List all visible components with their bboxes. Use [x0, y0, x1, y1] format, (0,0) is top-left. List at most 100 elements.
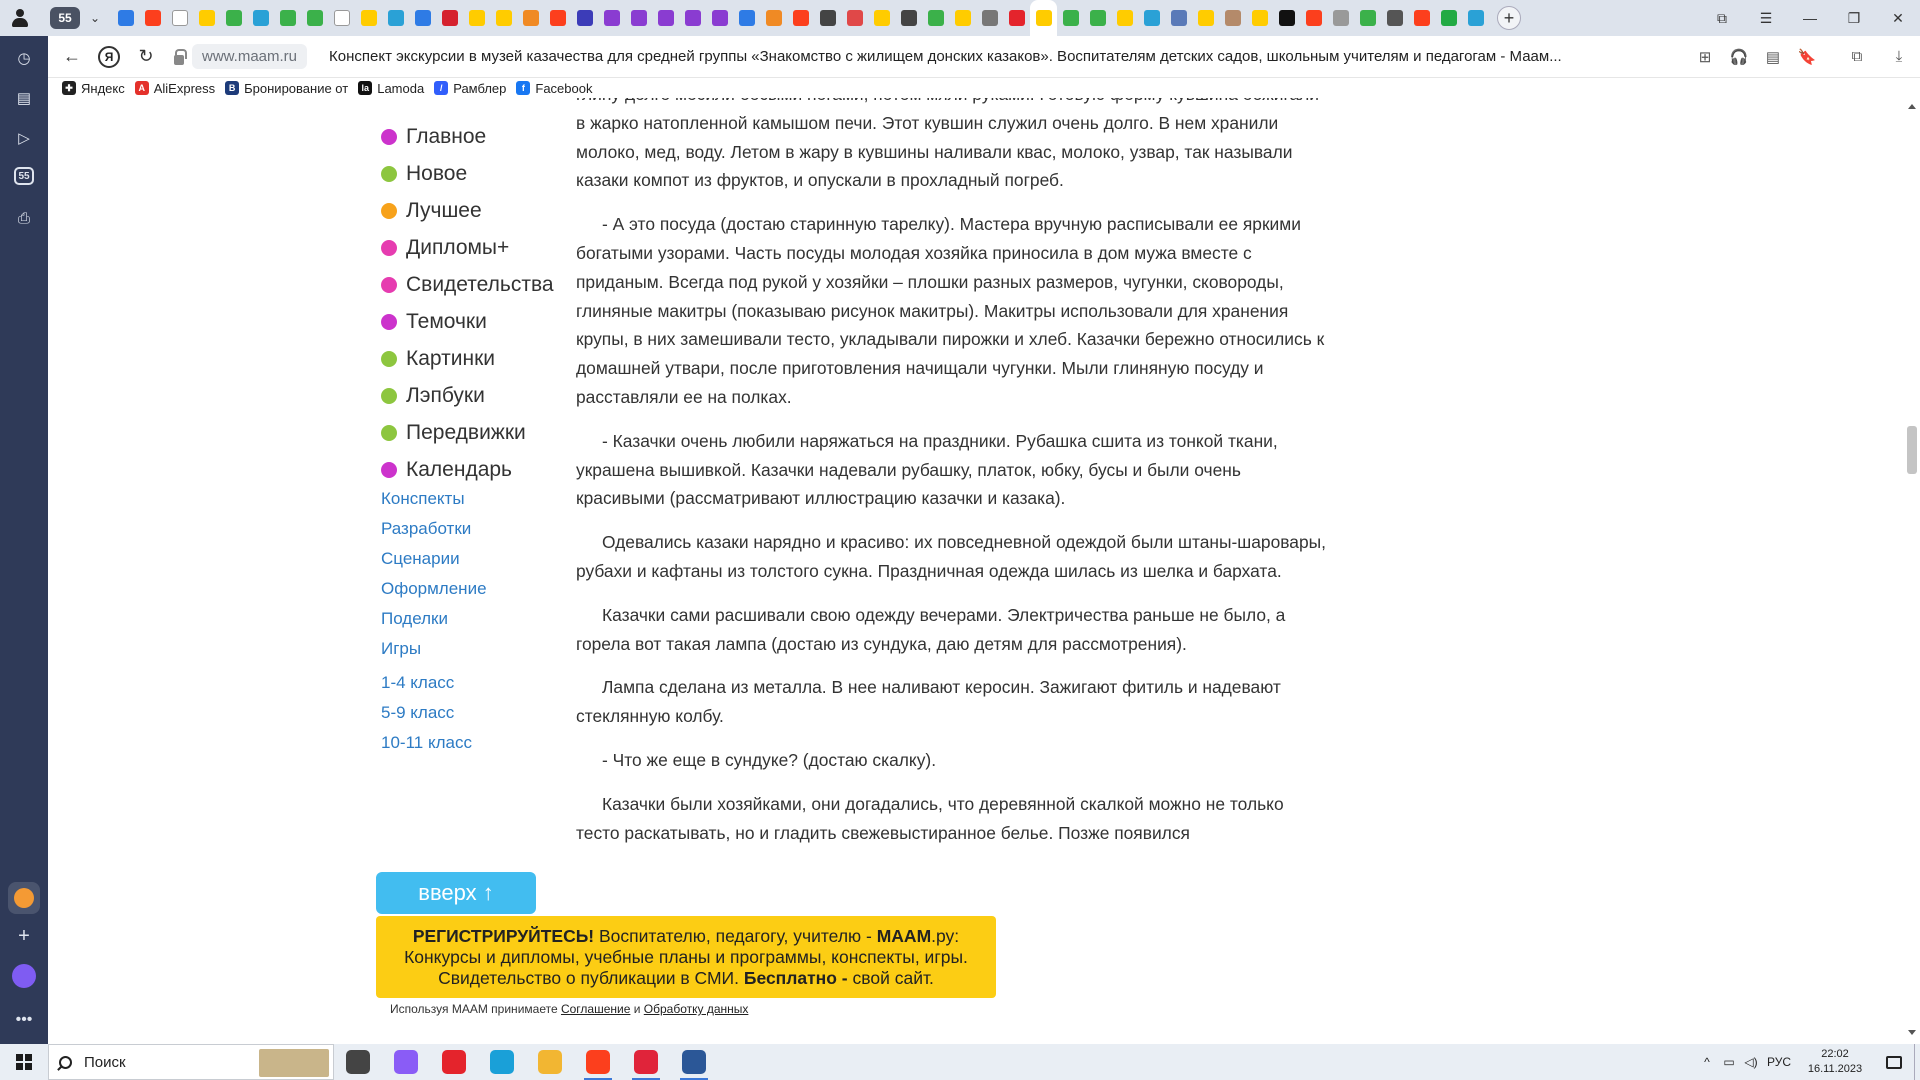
- agreement-link[interactable]: Соглашение: [561, 1002, 630, 1016]
- tray-expand-icon[interactable]: ^: [1696, 1044, 1718, 1080]
- profile-button[interactable]: [0, 0, 40, 36]
- site-nav-item[interactable]: Календарь: [378, 451, 608, 488]
- pinned-tab[interactable]: [1111, 0, 1138, 36]
- notes-icon[interactable]: ▤: [12, 86, 36, 110]
- pinned-tab[interactable]: [139, 0, 166, 36]
- tabs-dropdown-chevron-icon[interactable]: ⌄: [84, 7, 106, 29]
- more-icon[interactable]: •••: [12, 1008, 36, 1032]
- site-link[interactable]: Оформление: [381, 574, 601, 604]
- opera-icon[interactable]: [430, 1044, 478, 1080]
- pinned-tab[interactable]: [193, 0, 220, 36]
- tab-count-badge[interactable]: 55: [50, 7, 80, 29]
- collections-icon[interactable]: ⧉: [1700, 0, 1744, 36]
- start-button[interactable]: [0, 1044, 48, 1080]
- pinned-tab[interactable]: [1381, 0, 1408, 36]
- site-link[interactable]: Сценарии: [381, 544, 601, 574]
- clock[interactable]: 22:02 16.11.2023: [1796, 1047, 1874, 1077]
- pinned-tab[interactable]: [517, 0, 544, 36]
- scroll-up-arrow-icon[interactable]: [1908, 104, 1916, 109]
- notifications-icon[interactable]: [1874, 1044, 1914, 1080]
- pinned-tab[interactable]: [949, 0, 976, 36]
- yandex-browser-icon[interactable]: [622, 1044, 670, 1080]
- pinned-tab[interactable]: [787, 0, 814, 36]
- volume-icon[interactable]: ◁): [1740, 1044, 1762, 1080]
- bookmark-item[interactable]: A AliExpress: [134, 81, 215, 96]
- site-link[interactable]: 10-11 класс: [381, 728, 601, 758]
- bookmark-item[interactable]: la Lamoda: [358, 81, 424, 96]
- pinned-tab[interactable]: [1219, 0, 1246, 36]
- bookmark-item[interactable]: B Бронирование от: [225, 81, 348, 96]
- pinned-tab[interactable]: [625, 0, 652, 36]
- site-nav-item[interactable]: Лэпбуки: [378, 377, 608, 414]
- site-nav-item[interactable]: Дипломы+: [378, 229, 608, 266]
- pinned-tab[interactable]: [220, 0, 247, 36]
- site-nav-item[interactable]: Темочки: [378, 303, 608, 340]
- bookmark-icon[interactable]: 🔖: [1790, 40, 1824, 74]
- yandex-logo-icon[interactable]: Я: [98, 45, 120, 68]
- download-icon[interactable]: ⤓: [1882, 40, 1916, 74]
- reader-mode-icon[interactable]: ▤: [1756, 40, 1790, 74]
- bookmark-item[interactable]: ✚ Яндекс: [62, 81, 125, 96]
- pinned-tab[interactable]: [274, 0, 301, 36]
- site-link[interactable]: Разработки: [381, 514, 601, 544]
- pinned-tab[interactable]: [733, 0, 760, 36]
- history-icon[interactable]: ◷: [12, 46, 36, 70]
- pinned-tab[interactable]: [1327, 0, 1354, 36]
- page-scrollbar[interactable]: [1904, 98, 1920, 1044]
- pinned-tab[interactable]: [1408, 0, 1435, 36]
- pinned-tab[interactable]: [409, 0, 436, 36]
- pinned-tab[interactable]: [760, 0, 787, 36]
- pinned-tab[interactable]: [1192, 0, 1219, 36]
- pinned-tab[interactable]: [1300, 0, 1327, 36]
- minimize-button[interactable]: —: [1788, 0, 1832, 36]
- site-nav-item[interactable]: Новое: [378, 155, 608, 192]
- pinned-tab[interactable]: [544, 0, 571, 36]
- pinned-tab[interactable]: [1003, 0, 1030, 36]
- pinned-tab[interactable]: [571, 0, 598, 36]
- pinned-tab[interactable]: [922, 0, 949, 36]
- site-link[interactable]: Поделки: [381, 604, 601, 634]
- close-button[interactable]: ✕: [1876, 0, 1920, 36]
- pinned-tab[interactable]: [436, 0, 463, 36]
- language-indicator[interactable]: РУС: [1762, 1044, 1796, 1080]
- pinned-tab[interactable]: [1354, 0, 1381, 36]
- pinned-tab[interactable]: [463, 0, 490, 36]
- task-view-icon[interactable]: [334, 1044, 382, 1080]
- zen-icon[interactable]: [8, 882, 40, 914]
- site-nav-item[interactable]: Свидетельства: [378, 266, 608, 303]
- reload-icon[interactable]: ↻: [128, 39, 164, 75]
- pinned-tab[interactable]: [1138, 0, 1165, 36]
- pinned-tab[interactable]: [868, 0, 895, 36]
- pinned-tab[interactable]: [895, 0, 922, 36]
- site-nav-item[interactable]: Главное: [378, 118, 608, 155]
- pinned-tab[interactable]: [1246, 0, 1273, 36]
- pinned-tab[interactable]: [382, 0, 409, 36]
- menu-icon[interactable]: ☰: [1744, 0, 1788, 36]
- site-nav-item[interactable]: Картинки: [378, 340, 608, 377]
- bookmark-item[interactable]: f Facebook: [516, 81, 592, 96]
- lock-icon[interactable]: [174, 48, 187, 65]
- registration-banner[interactable]: РЕГИСТРИРУЙТЕСЬ! Воспитателю, педагогу, …: [376, 916, 996, 998]
- pinned-tab[interactable]: [490, 0, 517, 36]
- show-desktop-button[interactable]: [1914, 1044, 1920, 1080]
- pinned-tab[interactable]: [976, 0, 1003, 36]
- site-link[interactable]: 5-9 класс: [381, 698, 601, 728]
- scroll-up-button[interactable]: вверх ↑: [376, 872, 536, 914]
- new-tab-button[interactable]: +: [1497, 6, 1521, 30]
- pinned-tab[interactable]: [166, 0, 193, 36]
- screenshot-icon[interactable]: ⎙: [12, 206, 36, 230]
- pinned-tab[interactable]: [112, 0, 139, 36]
- pinned-tab[interactable]: [1030, 0, 1057, 36]
- pinned-tab[interactable]: [679, 0, 706, 36]
- site-link[interactable]: 1-4 класс: [381, 668, 601, 698]
- pinned-tab[interactable]: [814, 0, 841, 36]
- restore-button[interactable]: ❐: [1832, 0, 1876, 36]
- add-panel-icon[interactable]: +: [12, 924, 36, 948]
- pinned-tab[interactable]: [706, 0, 733, 36]
- pinned-tab[interactable]: [841, 0, 868, 36]
- play-icon[interactable]: ▷: [12, 126, 36, 150]
- site-link[interactable]: Конспекты: [381, 484, 601, 514]
- yandex-icon[interactable]: [574, 1044, 622, 1080]
- site-link[interactable]: Игры: [381, 634, 601, 664]
- url-domain[interactable]: www.maam.ru: [192, 44, 308, 69]
